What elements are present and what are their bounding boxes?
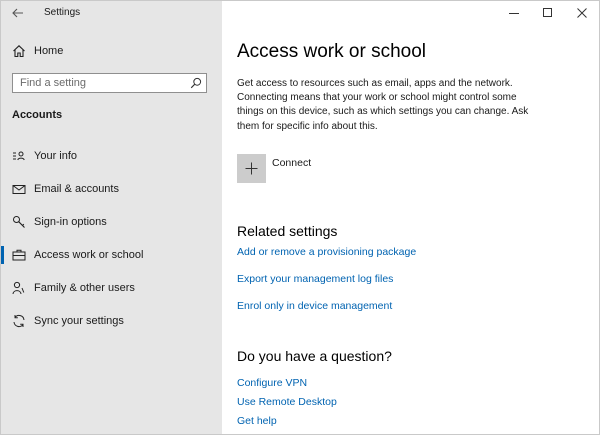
back-arrow-icon bbox=[12, 8, 23, 18]
link-provisioning-package[interactable]: Add or remove a provisioning package bbox=[237, 246, 416, 258]
settings-window: Settings Home Accounts bbox=[0, 0, 600, 435]
briefcase-icon bbox=[11, 247, 27, 263]
window-title: Settings bbox=[44, 7, 81, 18]
sidebar-item-label: Family & other users bbox=[34, 282, 135, 294]
back-button[interactable] bbox=[7, 4, 29, 22]
sidebar-item-email-accounts[interactable]: Email & accounts bbox=[1, 176, 222, 202]
link-remote-desktop[interactable]: Use Remote Desktop bbox=[237, 396, 337, 408]
home-label: Home bbox=[34, 45, 64, 57]
link-export-management-logs[interactable]: Export your management log files bbox=[237, 273, 393, 285]
mail-icon bbox=[11, 181, 27, 197]
people-icon bbox=[11, 280, 27, 296]
person-card-icon bbox=[11, 148, 27, 164]
active-indicator bbox=[1, 246, 4, 264]
title-bar: Settings bbox=[1, 1, 222, 27]
related-settings-heading: Related settings bbox=[237, 223, 338, 239]
caption-buttons bbox=[497, 1, 599, 25]
search-icon[interactable] bbox=[190, 77, 202, 89]
sidebar-item-label: Access work or school bbox=[34, 249, 144, 261]
close-icon bbox=[577, 8, 587, 18]
question-heading: Do you have a question? bbox=[237, 348, 392, 364]
plus-icon bbox=[245, 162, 258, 175]
close-button[interactable] bbox=[565, 1, 599, 25]
maximize-button[interactable] bbox=[531, 1, 565, 25]
link-get-help[interactable]: Get help bbox=[237, 415, 277, 427]
sidebar-item-label: Sign-in options bbox=[34, 216, 107, 228]
home-nav-item[interactable]: Home bbox=[1, 39, 222, 63]
sidebar: Settings Home Accounts bbox=[1, 1, 222, 434]
link-configure-vpn[interactable]: Configure VPN bbox=[237, 377, 307, 389]
section-title-accounts: Accounts bbox=[12, 109, 63, 121]
page-title: Access work or school bbox=[237, 41, 427, 62]
search-input[interactable] bbox=[13, 74, 183, 92]
minimize-button[interactable] bbox=[497, 1, 531, 25]
minimize-icon bbox=[509, 13, 519, 14]
search-box[interactable] bbox=[12, 73, 207, 93]
sidebar-item-access-work-or-school[interactable]: Access work or school bbox=[1, 242, 222, 268]
connect-label: Connect bbox=[272, 157, 312, 169]
sidebar-item-family-other-users[interactable]: Family & other users bbox=[1, 275, 222, 301]
sidebar-item-label: Email & accounts bbox=[34, 183, 119, 195]
main-content: Access work or school Get access to reso… bbox=[222, 1, 599, 434]
home-icon bbox=[11, 43, 27, 59]
sidebar-item-sign-in-options[interactable]: Sign-in options bbox=[1, 209, 222, 235]
maximize-icon bbox=[543, 8, 552, 17]
connect-button[interactable]: Connect bbox=[237, 154, 437, 184]
sidebar-item-label: Sync your settings bbox=[34, 315, 124, 327]
key-icon bbox=[11, 214, 27, 230]
connect-tile[interactable] bbox=[237, 154, 266, 183]
sync-icon bbox=[11, 313, 27, 329]
sidebar-item-label: Your info bbox=[34, 150, 78, 162]
page-description: Get access to resources such as email, a… bbox=[237, 78, 529, 132]
sidebar-item-your-info[interactable]: Your info bbox=[1, 143, 222, 169]
link-enrol-device-management[interactable]: Enrol only in device management bbox=[237, 300, 392, 312]
sidebar-item-sync-settings[interactable]: Sync your settings bbox=[1, 308, 222, 334]
